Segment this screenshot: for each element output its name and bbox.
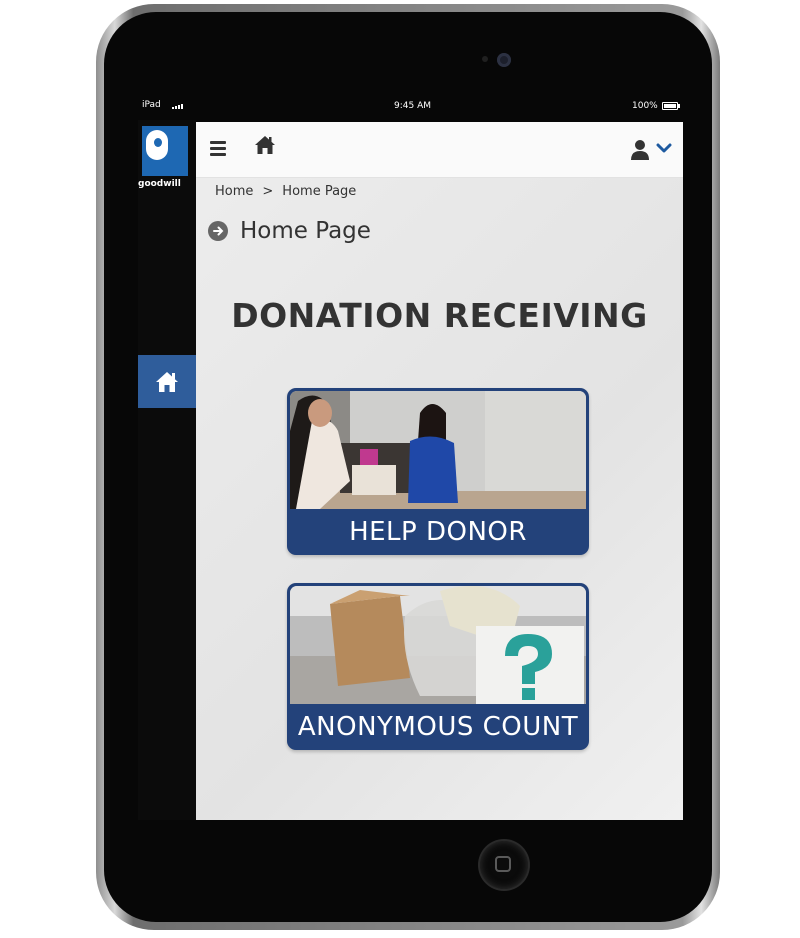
- arrow-right-icon: [208, 221, 228, 241]
- goodwill-logo: goodwill: [138, 120, 190, 196]
- breadcrumb-home-link[interactable]: Home: [215, 184, 253, 199]
- chevron-down-icon[interactable]: [656, 142, 672, 154]
- battery-percent: 100%: [632, 101, 658, 111]
- help-donor-button[interactable]: HELP DONOR: [287, 388, 589, 555]
- page-title-row: Home Page: [208, 218, 371, 244]
- carrier-label: iPad: [142, 100, 161, 110]
- signal-icon: [172, 104, 183, 109]
- anonymous-count-photo: [290, 586, 586, 704]
- home-icon[interactable]: [254, 135, 276, 155]
- status-bar: iPad 9:45 AM 100%: [138, 96, 683, 116]
- help-donor-photo: [290, 391, 586, 509]
- breadcrumb: Home > Home Page: [215, 184, 356, 199]
- clock: 9:45 AM: [394, 101, 431, 111]
- sidebar-item-home[interactable]: [138, 355, 196, 408]
- device-home-button[interactable]: [480, 841, 528, 889]
- breadcrumb-separator: >: [262, 184, 274, 199]
- home-icon: [156, 371, 178, 392]
- page-title: Home Page: [240, 218, 371, 244]
- top-bar: [196, 122, 683, 178]
- help-donor-label: HELP DONOR: [349, 517, 527, 547]
- goodwill-wordmark: goodwill: [138, 179, 181, 189]
- battery-icon: [662, 102, 680, 110]
- user-icon[interactable]: [630, 139, 650, 161]
- menu-icon[interactable]: [210, 141, 226, 156]
- anonymous-count-label: ANONYMOUS COUNT: [297, 712, 579, 742]
- section-heading: DONATION RECEIVING: [231, 296, 648, 335]
- camera: [497, 53, 511, 67]
- app-screen: Home > Home Page Home Page DONATION RECEIV…: [196, 122, 683, 820]
- breadcrumb-current: Home Page: [282, 184, 357, 199]
- anonymous-count-button[interactable]: ANONYMOUS COUNT: [287, 583, 589, 750]
- sensor: [482, 56, 488, 62]
- sidebar: goodwill: [138, 120, 196, 820]
- goodwill-logo-mark: [142, 126, 188, 176]
